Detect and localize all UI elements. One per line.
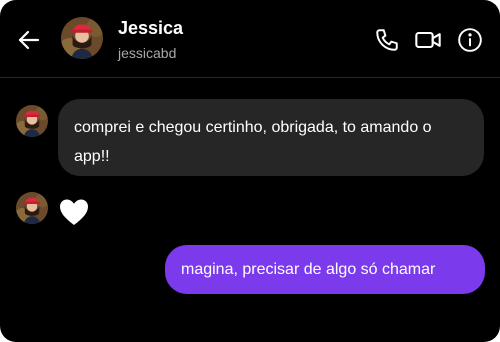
back-button[interactable] (16, 27, 42, 53)
message-sender-avatar (16, 192, 48, 224)
info-button[interactable] (456, 26, 484, 54)
chat-header: Jessica jessicabd (0, 0, 500, 78)
incoming-message-bubble[interactable]: comprei e chegou certinho, obrigada, to … (58, 99, 484, 176)
contact-name[interactable]: Jessica (118, 17, 183, 39)
arrow-left-icon (18, 30, 40, 50)
outgoing-message-bubble[interactable]: magina, precisar de algo só chamar (165, 245, 485, 294)
message-sender-avatar (16, 105, 48, 137)
video-call-button[interactable] (414, 26, 442, 54)
white-heart-emoji[interactable] (58, 197, 90, 227)
contact-avatar[interactable] (61, 17, 103, 59)
voice-call-button[interactable] (373, 26, 401, 54)
info-icon (458, 28, 482, 52)
video-camera-icon (415, 31, 441, 49)
chat-window: Jessica jessicabd comprei e chegou certi… (0, 0, 500, 342)
phone-icon (376, 29, 398, 51)
contact-username: jessicabd (118, 45, 177, 61)
